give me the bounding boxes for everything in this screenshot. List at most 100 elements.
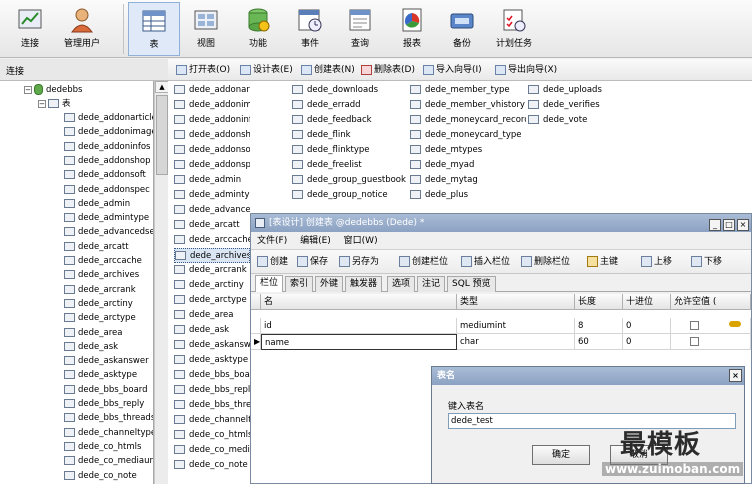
tree-table-item[interactable]: dede_bbs_reply <box>64 397 144 411</box>
tree-table-item[interactable]: dede_advancedsea <box>64 225 153 239</box>
open-table-button[interactable]: 打开表(O) <box>176 63 230 77</box>
table-list-item[interactable]: dede_bbs_board <box>174 368 250 383</box>
ok-button[interactable]: 确定 <box>532 445 590 465</box>
menu-file[interactable]: 文件(F) <box>257 236 287 246</box>
menu-window[interactable]: 窗口(W) <box>344 236 378 246</box>
export-wizard-button[interactable]: 导出向导(X) <box>495 63 557 77</box>
dialog-titlebar[interactable]: 表名 × <box>432 367 744 385</box>
tab-sql-preview[interactable]: SQL 预览 <box>447 276 496 292</box>
tree-table-item[interactable]: dede_addonspec <box>64 183 150 197</box>
tree-table-item[interactable]: dede_addoninfos <box>64 140 150 154</box>
allow-null-checkbox[interactable] <box>690 337 699 346</box>
table-list-item[interactable]: dede_group_notice <box>292 188 406 203</box>
grid-header-decimals[interactable]: 十进位 <box>623 294 671 310</box>
move-down-button[interactable]: 下移 <box>691 255 722 269</box>
tree-db-node[interactable]: − dedebbs <box>24 83 82 97</box>
create-button[interactable]: 创建 <box>257 255 288 269</box>
table-list-item[interactable]: dede_bbs_reply <box>174 383 250 398</box>
tab-comment[interactable]: 注记 <box>417 276 446 292</box>
maximize-icon[interactable]: □ <box>723 219 735 231</box>
tab-foreign-keys[interactable]: 外键 <box>315 276 344 292</box>
tree-table-item[interactable]: dede_arcatt <box>64 240 129 254</box>
allow-null-checkbox[interactable] <box>690 321 699 330</box>
table-list-item[interactable]: dede_moneycard_record <box>410 113 526 128</box>
primary-key-button[interactable]: 主键 <box>587 255 618 269</box>
tree-table-item[interactable]: dede_admintype <box>64 211 149 225</box>
save-as-button[interactable]: 另存为 <box>339 255 379 269</box>
table-list-item[interactable]: dede_arctiny <box>174 278 250 293</box>
create-table-button[interactable]: 创建表(N) <box>301 63 355 77</box>
table-list-item[interactable]: dede_addonarticle <box>174 83 250 98</box>
table-list-item[interactable]: dede_plus <box>410 188 526 203</box>
tables-button[interactable]: 表 <box>128 2 180 56</box>
collapse-icon[interactable]: − <box>24 85 32 94</box>
tree-table-item[interactable]: dede_admin <box>64 197 130 211</box>
tree-table-item[interactable]: dede_arccache <box>64 254 142 268</box>
tree-table-item[interactable]: dede_area <box>64 326 122 340</box>
table-list-item[interactable]: dede_archives <box>174 248 250 263</box>
field-name-cell[interactable]: name <box>261 334 457 350</box>
events-button[interactable]: 事件 <box>284 2 336 56</box>
insert-field-button[interactable]: 插入栏位 <box>461 255 510 269</box>
table-list-item[interactable]: dede_flink <box>292 128 406 143</box>
design-window-titlebar[interactable]: [表设计] 创建表 @dedebbs (Dede) * _ □ × <box>251 214 751 232</box>
table-list-item[interactable]: dede_uploads <box>528 83 618 98</box>
grid-header-allow-null[interactable]: 允许空值 ( <box>671 294 751 310</box>
tree-table-item[interactable]: dede_bbs_threads <box>64 411 153 425</box>
tree-table-item[interactable]: dede_arctiny <box>64 297 133 311</box>
table-list-item[interactable]: dede_mtypes <box>410 143 526 158</box>
table-list-item[interactable]: dede_co_note <box>174 458 250 473</box>
table-list-item[interactable]: dede_myad <box>410 158 526 173</box>
table-list-item[interactable]: dede_asktype <box>174 353 250 368</box>
field-allow-null-cell[interactable] <box>671 334 751 350</box>
close-icon[interactable]: × <box>737 219 749 231</box>
table-list-item[interactable]: dede_addoninfos <box>174 113 250 128</box>
tab-triggers[interactable]: 触发器 <box>345 276 383 292</box>
table-list-item[interactable]: dede_addonimages <box>174 98 250 113</box>
table-list-item[interactable]: dede_ask <box>174 323 250 338</box>
table-list-item[interactable]: dede_flinktype <box>292 143 406 158</box>
functions-button[interactable]: 功能 <box>232 2 284 56</box>
grid-header-name[interactable]: 名 <box>261 294 457 310</box>
grid-header-type[interactable]: 类型 <box>457 294 575 310</box>
table-list-item[interactable]: dede_vote <box>528 113 618 128</box>
tree-table-item[interactable]: dede_addonshop <box>64 154 151 168</box>
field-type-cell[interactable]: char <box>457 334 575 350</box>
table-list-item[interactable]: dede_arccache <box>174 233 250 248</box>
tree-tables-node[interactable]: − 表 <box>38 97 71 111</box>
tree-table-item[interactable]: dede_arcrank <box>64 283 136 297</box>
table-list-item[interactable]: dede_co_mediaurls <box>174 443 250 458</box>
table-list-item[interactable]: dede_bbs_threads <box>174 398 250 413</box>
delete-field-button[interactable]: 删除栏位 <box>521 255 570 269</box>
tab-options[interactable]: 选项 <box>387 276 416 292</box>
table-list-item[interactable]: dede_feedback <box>292 113 406 128</box>
table-list-item[interactable]: dede_advancedsearch <box>174 203 250 218</box>
manage-users-button[interactable]: 管理用户 <box>56 2 108 56</box>
table-list-item[interactable]: dede_addonshop <box>174 128 250 143</box>
table-list-item[interactable]: dede_erradd <box>292 98 406 113</box>
tree-table-item[interactable]: dede_ask <box>64 340 118 354</box>
field-decimals-cell[interactable]: 0 <box>623 334 671 350</box>
save-button[interactable]: 保存 <box>297 255 328 269</box>
table-list-item[interactable]: dede_member_type <box>410 83 526 98</box>
scroll-up-icon[interactable]: ▲ <box>155 81 169 93</box>
minimize-icon[interactable]: _ <box>709 219 721 231</box>
table-list-item[interactable]: dede_addonspec <box>174 158 250 173</box>
tab-indexes[interactable]: 索引 <box>285 276 314 292</box>
table-list-item[interactable]: dede_askanswer <box>174 338 250 353</box>
delete-table-button[interactable]: 删除表(D) <box>361 63 415 77</box>
field-type-cell[interactable]: mediumint <box>457 318 575 334</box>
tree-table-item[interactable]: dede_channeltype <box>64 426 153 440</box>
tree-table-item[interactable]: dede_addonsoft <box>64 168 146 182</box>
reports-button[interactable]: 报表 <box>386 2 438 56</box>
tree-table-item[interactable]: dede_addonarticle <box>64 111 153 125</box>
design-table-button[interactable]: 设计表(E) <box>240 63 293 77</box>
table-list-item[interactable]: dede_area <box>174 308 250 323</box>
queries-button[interactable]: 查询 <box>334 2 386 56</box>
tree-table-item[interactable]: dede_addonimages <box>64 125 153 139</box>
field-decimals-cell[interactable]: 0 <box>623 318 671 334</box>
scroll-thumb[interactable] <box>156 95 168 175</box>
table-list-item[interactable]: dede_admintype <box>174 188 250 203</box>
tree-table-item[interactable]: dede_co_note <box>64 469 137 483</box>
table-list-item[interactable]: dede_admin <box>174 173 250 188</box>
